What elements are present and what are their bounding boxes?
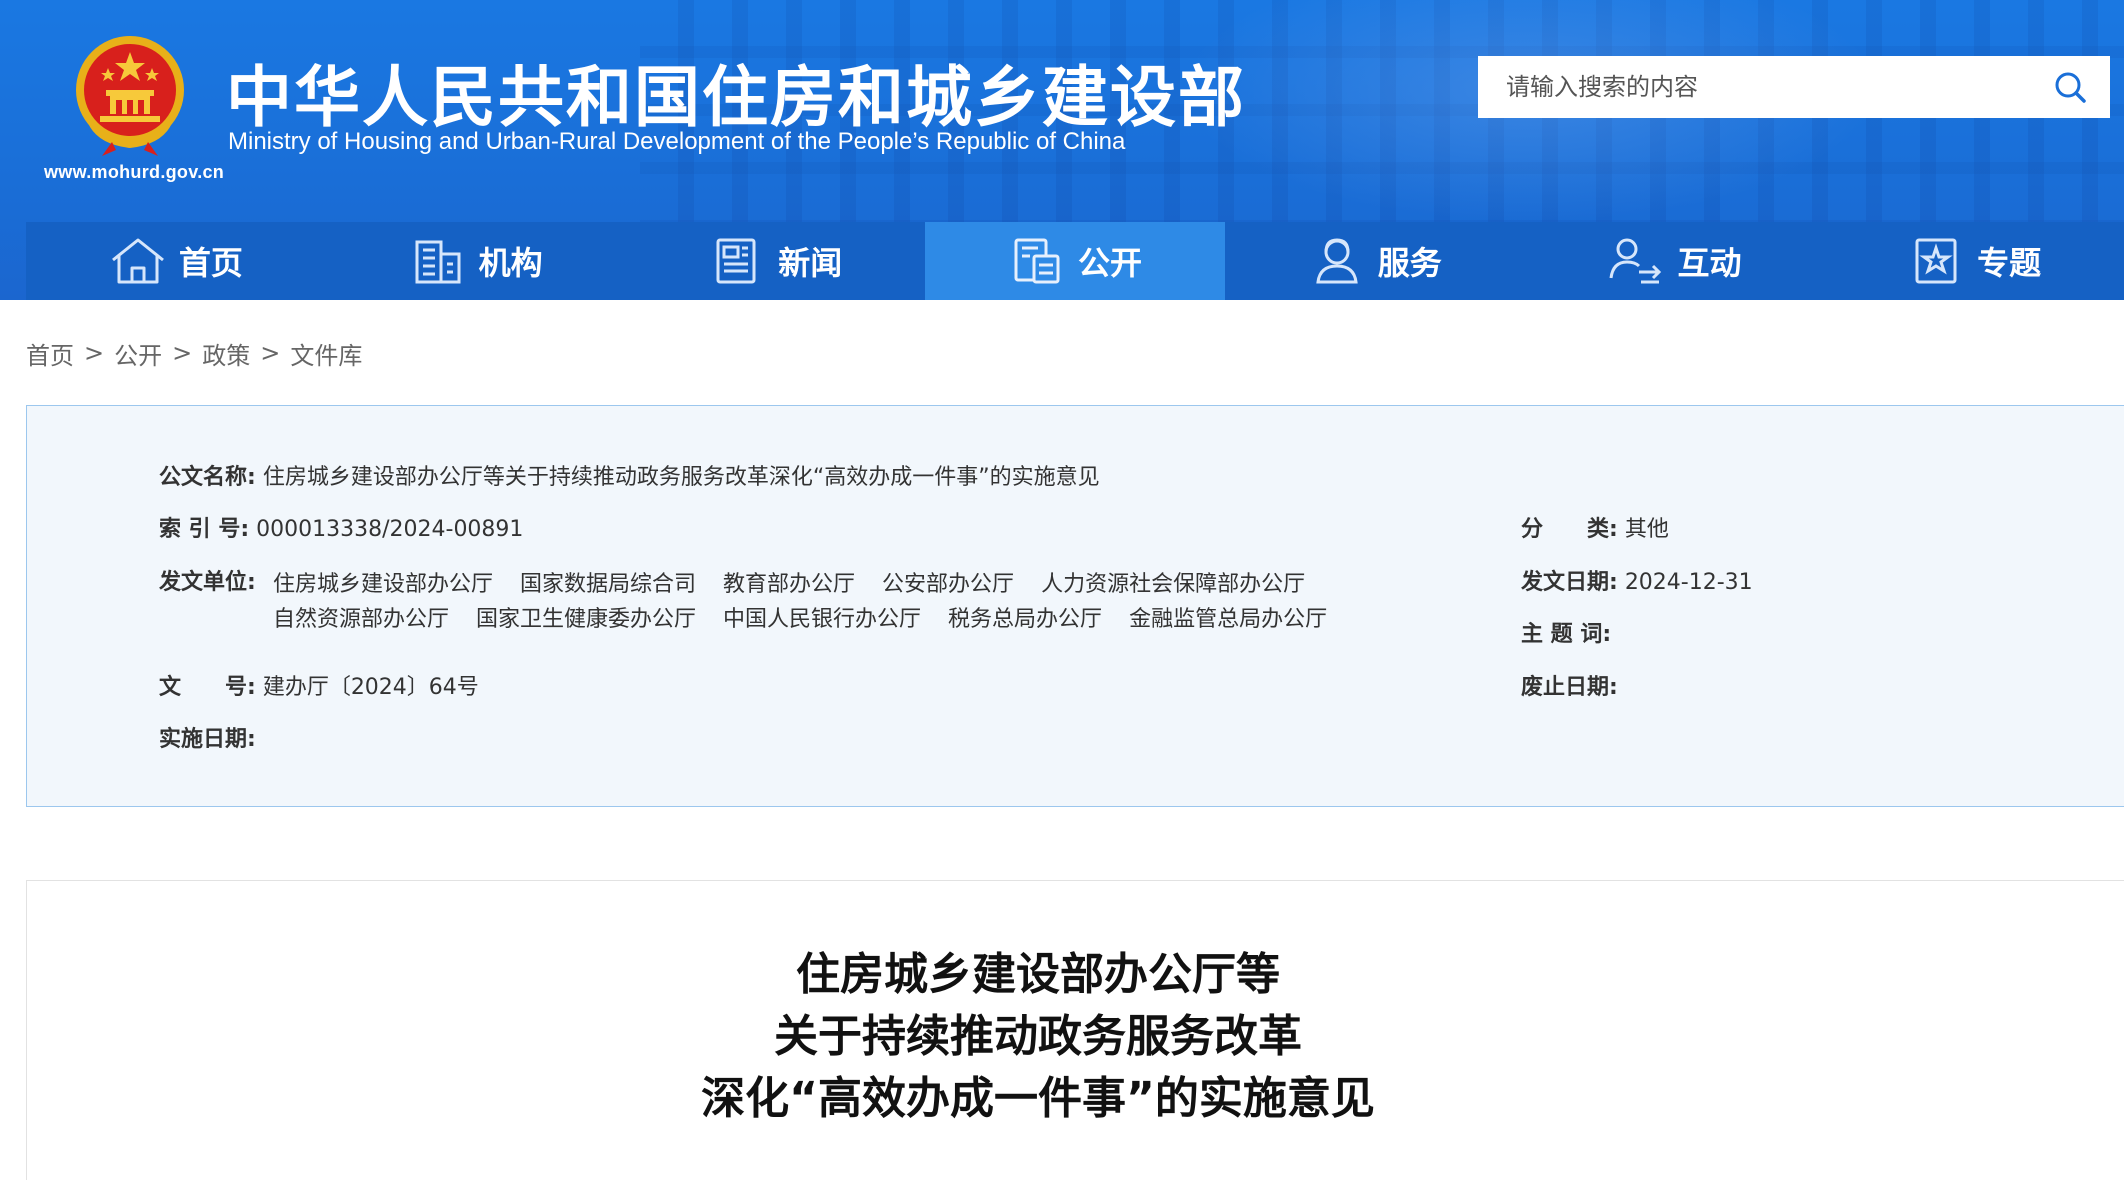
search-icon[interactable] [2052, 69, 2088, 105]
keywords-row: 主 题 词: [1521, 618, 1611, 652]
category-value: 其他 [1624, 517, 1669, 542]
document-title-line: 住房城乡建设部办公厅等 [796, 949, 1280, 1000]
issuer-item: 公安部办公厅 [882, 572, 1015, 597]
issuer-item: 金融监管总局办公厅 [1129, 607, 1328, 632]
keywords-label: 主 题 词: [1521, 622, 1612, 647]
document-title-line: 关于持续推动政务服务改革 [774, 1011, 1302, 1062]
breadcrumb: 首页 > 公开 > 政策 > 文件库 [26, 336, 362, 370]
nav-label: 新闻 [778, 244, 843, 282]
nav-item-interaction[interactable]: 互动 [1525, 222, 1825, 300]
breadcrumb-home[interactable]: 首页 [26, 336, 74, 371]
site-title-cn[interactable]: 中华人民共和国住房和城乡建设部 [226, 44, 1246, 140]
issuer-item: 自然资源部办公厅 [273, 607, 450, 632]
category-row: 分 类: 其他 [1521, 513, 1669, 547]
nav-item-service[interactable]: 服务 [1225, 222, 1525, 300]
nav-item-topics[interactable]: 专题 [1824, 222, 2124, 300]
search-input[interactable] [1478, 56, 2018, 118]
nav-label: 互动 [1677, 244, 1742, 282]
nav-label: 专题 [1977, 244, 2042, 282]
building-icon [415, 240, 461, 284]
abolish-row: 废止日期: [1521, 671, 1618, 705]
search-box [1478, 56, 2110, 118]
interaction-icon [1609, 238, 1662, 284]
index-value: 000013338/2024-00891 [256, 517, 524, 542]
nav-label: 首页 [178, 244, 243, 282]
abolish-label: 废止日期: [1521, 675, 1618, 700]
index-label: 索 引 号: [159, 517, 250, 542]
issuer-item: 人力资源社会保障部办公厅 [1041, 572, 1306, 597]
document-title-line: 深化“高效办成一件事”的实施意见 [701, 1073, 1375, 1124]
nav-item-home[interactable]: 首页 [26, 222, 326, 300]
service-icon [1316, 238, 1358, 284]
issuer-item: 国家卫生健康委办公厅 [476, 607, 697, 632]
issuer-item: 教育部办公厅 [723, 572, 856, 597]
date-row: 发文日期: 2024-12-31 [1521, 566, 1753, 600]
document-title: 住房城乡建设部办公厅等 关于持续推动政务服务改革 深化“高效办成一件事”的实施意… [0, 944, 2124, 1130]
date-value: 2024-12-31 [1624, 570, 1753, 595]
issuer-item: 住房城乡建设部办公厅 [273, 572, 494, 597]
issuer-list: 住房城乡建设部办公厅 国家数据局综合司 教育部办公厅 公安部办公厅 人力资源社会… [273, 567, 1503, 637]
nav-label: 服务 [1377, 244, 1442, 282]
document-metadata-panel: 公文名称: 住房城乡建设部办公厅等关于持续推动政务服务改革深化“高效办成一件事”… [26, 405, 2124, 807]
effective-label: 实施日期: [159, 727, 256, 752]
doc-no-row: 文 号: 建办厅〔2024〕64号 [159, 671, 479, 705]
date-label: 发文日期: [1521, 570, 1618, 595]
breadcrumb-separator: > [84, 339, 105, 367]
home-icon [111, 238, 164, 284]
effective-row: 实施日期: [159, 723, 256, 757]
star-icon [1915, 238, 1957, 284]
issuer-item: 国家数据局综合司 [520, 572, 697, 597]
breadcrumb-file-library[interactable]: 文件库 [290, 336, 362, 371]
issuer-label: 发文单位: [159, 570, 256, 595]
site-url[interactable]: www.mohurd.gov.cn [44, 162, 224, 183]
issuer-row: 发文单位: [159, 566, 256, 600]
doc-name-value: 住房城乡建设部办公厅等关于持续推动政务服务改革深化“高效办成一件事”的实施意见 [262, 465, 1100, 490]
document-icon [1014, 238, 1060, 284]
nav-label: 公开 [1078, 244, 1143, 282]
doc-name-label: 公文名称: [159, 465, 256, 490]
doc-no-value: 建办厅〔2024〕64号 [262, 675, 479, 700]
breadcrumb-separator: > [172, 339, 193, 367]
breadcrumb-open[interactable]: 公开 [114, 336, 162, 371]
breadcrumb-separator: > [260, 339, 281, 367]
main-nav: 首页 机构 新闻 公开 服务 互动 专题 [26, 222, 2124, 300]
issuer-item: 税务总局办公厅 [948, 607, 1103, 632]
category-label: 分 类: [1521, 517, 1618, 542]
doc-no-label: 文 号: [159, 675, 256, 700]
doc-name-row: 公文名称: 住房城乡建设部办公厅等关于持续推动政务服务改革深化“高效办成一件事”… [159, 461, 1100, 495]
nav-item-organization[interactable]: 机构 [326, 222, 626, 300]
breadcrumb-policy[interactable]: 政策 [202, 336, 250, 371]
issuer-item: 中国人民银行办公厅 [723, 607, 922, 632]
nav-label: 机构 [478, 244, 543, 282]
newspaper-icon [716, 238, 756, 284]
index-row: 索 引 号: 000013338/2024-00891 [159, 513, 523, 547]
nav-item-news[interactable]: 新闻 [625, 222, 925, 300]
national-emblem-icon[interactable] [72, 34, 188, 158]
nav-item-open[interactable]: 公开 [925, 222, 1225, 300]
site-title-en: Ministry of Housing and Urban-Rural Deve… [228, 128, 1126, 155]
